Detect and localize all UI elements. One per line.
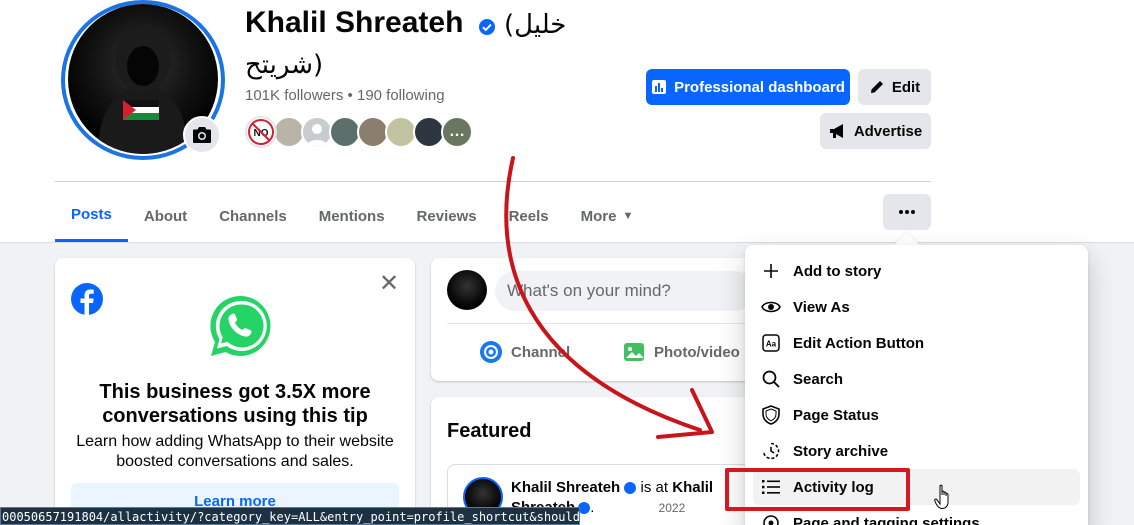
follower-avatars: NO … [245, 116, 473, 150]
tab-posts[interactable]: Posts [55, 190, 128, 242]
hand-cursor-icon [934, 484, 949, 510]
whatsapp-logo-icon [210, 295, 271, 356]
channel-button[interactable]: Channel [479, 336, 570, 368]
page-title: Khalil Shreateh [245, 6, 464, 39]
channel-icon [480, 341, 502, 363]
menu-item-label: View As [793, 298, 850, 316]
featured-is-at: is at [640, 479, 669, 496]
edit-button[interactable]: Edit [858, 69, 931, 105]
avatar[interactable]: NO [245, 116, 277, 148]
menu-item-label: Edit Action Button [793, 334, 925, 352]
plus-icon [761, 261, 781, 281]
follower-stats[interactable]: 101K followers • 190 following [245, 87, 445, 104]
eye-icon [761, 297, 781, 317]
menu-item-search[interactable]: Search [753, 361, 1080, 397]
facebook-logo-icon [71, 283, 103, 315]
archive-icon [761, 441, 781, 461]
menu-item-label: Search [793, 370, 844, 388]
ad-title: This business got 3.5X more conversation… [99, 381, 371, 427]
advertise-button[interactable]: Advertise [820, 113, 931, 149]
aa-icon: Aa [761, 333, 781, 353]
tab-mentions[interactable]: Mentions [303, 190, 401, 242]
header-divider [55, 181, 931, 182]
edit-label: Edit [891, 78, 921, 96]
camera-icon [193, 127, 211, 143]
annotation-highlight-box [725, 468, 910, 511]
menu-item-label: Story archive [793, 442, 889, 460]
search-icon [761, 369, 781, 389]
menu-item-page-status[interactable]: Page Status [753, 397, 1080, 433]
menu-item-edit-action-button[interactable]: Aa Edit Action Button [753, 325, 1080, 361]
more-options-button[interactable] [883, 194, 931, 230]
avatar[interactable] [447, 270, 487, 310]
chevron-down-icon: ▼ [622, 210, 634, 222]
status-input[interactable]: What's on your mind? [495, 271, 755, 311]
featured-author[interactable]: Khalil Shreateh [511, 479, 620, 496]
page-title-arabic-cont: شريتح) [245, 50, 324, 80]
photo-icon [624, 343, 644, 361]
menu-item-story-archive[interactable]: Story archive [753, 433, 1080, 469]
photo-video-label: Photo/video [654, 343, 740, 361]
ellipsis-icon [899, 210, 915, 214]
dashboard-icon [652, 80, 667, 94]
avatar[interactable]: … [441, 116, 473, 148]
professional-dashboard-button[interactable]: Professional dashboard [646, 69, 850, 105]
advertise-label: Advertise [853, 122, 923, 140]
verified-badge-icon [624, 482, 637, 495]
settings-icon [761, 513, 781, 525]
browser-status-url: 00050657191804/allactivity/?category_key… [0, 507, 580, 525]
menu-item-label: Add to story [793, 262, 882, 280]
tab-reviews[interactable]: Reviews [401, 190, 493, 242]
ad-body: Learn how adding WhatsApp to their websi… [76, 433, 394, 470]
svg-text:Aa: Aa [766, 340, 777, 349]
pencil-icon [870, 81, 883, 93]
channel-label: Channel [511, 343, 571, 361]
menu-item-label: Page Status [793, 406, 879, 424]
photo-video-button[interactable]: Photo/video [622, 336, 740, 368]
page-title-arabic: (خليل [504, 10, 567, 40]
composer-divider [447, 323, 747, 324]
tab-about[interactable]: About [128, 190, 203, 242]
tab-more-label: More [580, 207, 617, 225]
menu-item-label: Page and tagging settings [793, 514, 980, 525]
megaphone-icon [829, 124, 843, 138]
verified-badge-icon [479, 19, 495, 35]
shield-icon [761, 405, 781, 425]
verified-badge-icon [578, 502, 591, 515]
tab-reels[interactable]: Reels [493, 190, 565, 242]
professional-dashboard-label: Professional dashboard [674, 78, 845, 96]
tab-more[interactable]: More ▼ [565, 190, 650, 242]
featured-date: 2022 [658, 501, 686, 515]
tab-channels[interactable]: Channels [203, 190, 303, 242]
profile-tabs: Posts About Channels Mentions Reviews Re… [55, 190, 649, 242]
menu-item-view-as[interactable]: View As [753, 289, 1080, 325]
close-icon[interactable]: ✕ [377, 272, 401, 296]
menu-item-add-to-story[interactable]: Add to story [753, 253, 1080, 289]
featured-title: Featured [447, 420, 532, 442]
camera-button[interactable] [183, 116, 221, 154]
